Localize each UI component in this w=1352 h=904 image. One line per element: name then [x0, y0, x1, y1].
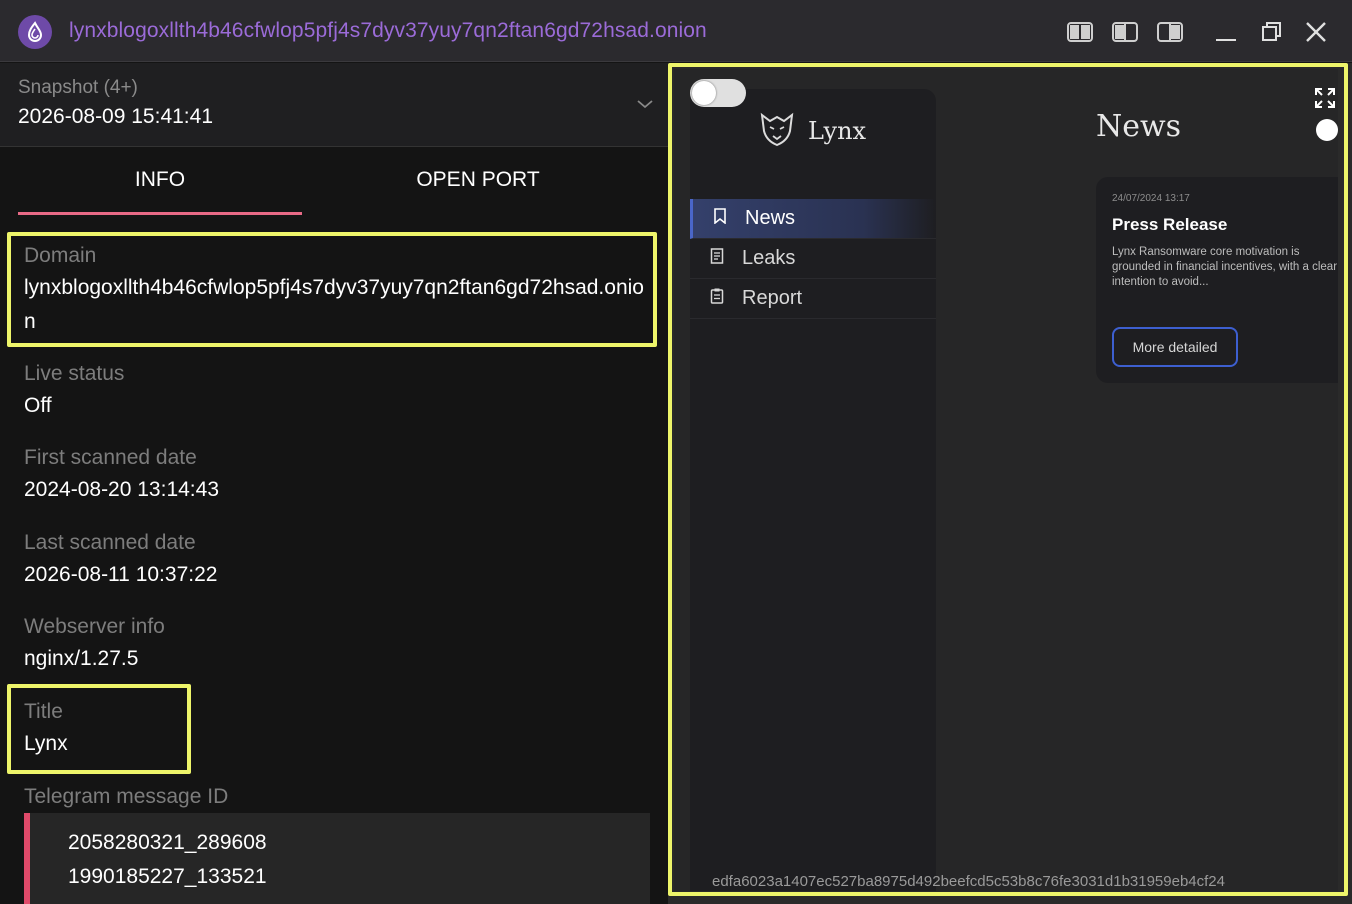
toggle-knob	[692, 81, 716, 105]
site-nav-leaks[interactable]: Leaks	[690, 239, 936, 279]
tor-logo-icon	[18, 15, 52, 49]
snapshot-selector[interactable]: Snapshot (4+) 2026-08-09 15:41:41	[0, 63, 668, 147]
title-value: Lynx	[24, 732, 68, 755]
site-nav-label: Leaks	[742, 247, 796, 269]
site-brand-name: Lynx	[808, 116, 867, 145]
news-card: 24/07/2024 13:17 Press Release Lynx Rans…	[1096, 177, 1338, 383]
fullscreen-icon[interactable]	[1314, 87, 1336, 114]
title-field: Title Lynx	[24, 697, 68, 761]
tab-info[interactable]: INFO	[18, 168, 302, 192]
tab-open-port[interactable]: OPEN PORT	[318, 168, 638, 192]
more-detailed-button[interactable]: More detailed	[1112, 327, 1238, 367]
webserver-value: nginx/1.27.5	[24, 647, 139, 670]
live-status-label: Live status	[24, 362, 125, 385]
live-status-value: Off	[24, 394, 52, 417]
split-view-left-icon[interactable]	[1111, 18, 1139, 46]
domain-value: lynxblogoxllth4b46cfwlop5pfj4s7dyv37yuy7…	[24, 276, 644, 333]
last-scanned-label: Last scanned date	[24, 531, 196, 554]
bookmark-icon	[713, 207, 727, 230]
first-scanned-value: 2024-08-20 13:14:43	[24, 478, 219, 501]
site-nav-label: News	[745, 207, 796, 229]
site-nav-news[interactable]: News	[690, 199, 936, 239]
webserver-label: Webserver info	[24, 615, 165, 638]
last-scanned-value: 2026-08-11 10:37:22	[24, 563, 218, 586]
last-scanned-field: Last scanned date 2026-08-11 10:37:22	[24, 528, 217, 592]
minimize-icon[interactable]	[1212, 18, 1240, 46]
domain-label: Domain	[24, 244, 97, 267]
webserver-field: Webserver info nginx/1.27.5	[24, 612, 165, 676]
site-page-heading: News	[1096, 109, 1182, 144]
chevron-down-icon[interactable]	[636, 97, 654, 115]
split-view-both-icon[interactable]	[1066, 18, 1094, 46]
status-dot	[1316, 119, 1338, 141]
active-tab-indicator	[18, 212, 302, 215]
window-title: lynxblogoxllth4b46cfwlop5pfj4s7dyv37yuy7…	[69, 19, 707, 42]
telegram-id-list: 2058280321_289608 1990185227_133521	[24, 813, 650, 904]
restore-icon[interactable]	[1258, 18, 1286, 46]
close-icon[interactable]	[1302, 18, 1330, 46]
telegram-id-item: 1990185227_133521	[68, 865, 267, 888]
document-icon	[710, 247, 724, 270]
domain-field: Domain lynxblogoxllth4b46cfwlop5pfj4s7dy…	[24, 241, 644, 339]
snapshot-value: 2026-08-09 15:41:41	[18, 105, 213, 128]
theme-toggle[interactable]	[690, 79, 746, 107]
tab-bar: INFO OPEN PORT	[0, 148, 668, 218]
window-titlebar: lynxblogoxllth4b46cfwlop5pfj4s7dyv37yuy7…	[0, 0, 1352, 62]
site-sidebar: Lynx News Leaks Report	[690, 89, 936, 891]
news-card-body: Lynx Ransomware core motivation is groun…	[1112, 246, 1338, 288]
snapshot-label: Snapshot (4+)	[18, 77, 138, 98]
title-label: Title	[24, 700, 63, 723]
telegram-id-item: 2058280321_289608	[68, 831, 267, 854]
site-brand: Lynx	[758, 109, 866, 152]
site-nav-report[interactable]: Report	[690, 279, 936, 319]
first-scanned-field: First scanned date 2024-08-20 13:14:43	[24, 443, 219, 507]
clipboard-icon	[710, 287, 724, 310]
telegram-field: Telegram message ID	[24, 782, 228, 812]
first-scanned-label: First scanned date	[24, 446, 197, 469]
site-nav-label: Report	[742, 287, 803, 309]
snapshot-hash: edfa6023a1407ec527ba8975d492beefcd5c53b8…	[712, 873, 1225, 890]
info-panel: Snapshot (4+) 2026-08-09 15:41:41 INFO O…	[0, 63, 668, 904]
split-view-right-icon[interactable]	[1156, 18, 1184, 46]
news-card-date: 24/07/2024 13:17	[1112, 193, 1190, 204]
site-screenshot: Lynx News Leaks Report News 24/07/2024 1…	[674, 69, 1338, 891]
live-status-field: Live status Off	[24, 359, 124, 423]
site-preview-panel: Lynx News Leaks Report News 24/07/2024 1…	[668, 63, 1352, 904]
news-card-title: Press Release	[1112, 215, 1228, 234]
lynx-logo-icon	[758, 109, 796, 152]
telegram-label: Telegram message ID	[24, 785, 229, 808]
